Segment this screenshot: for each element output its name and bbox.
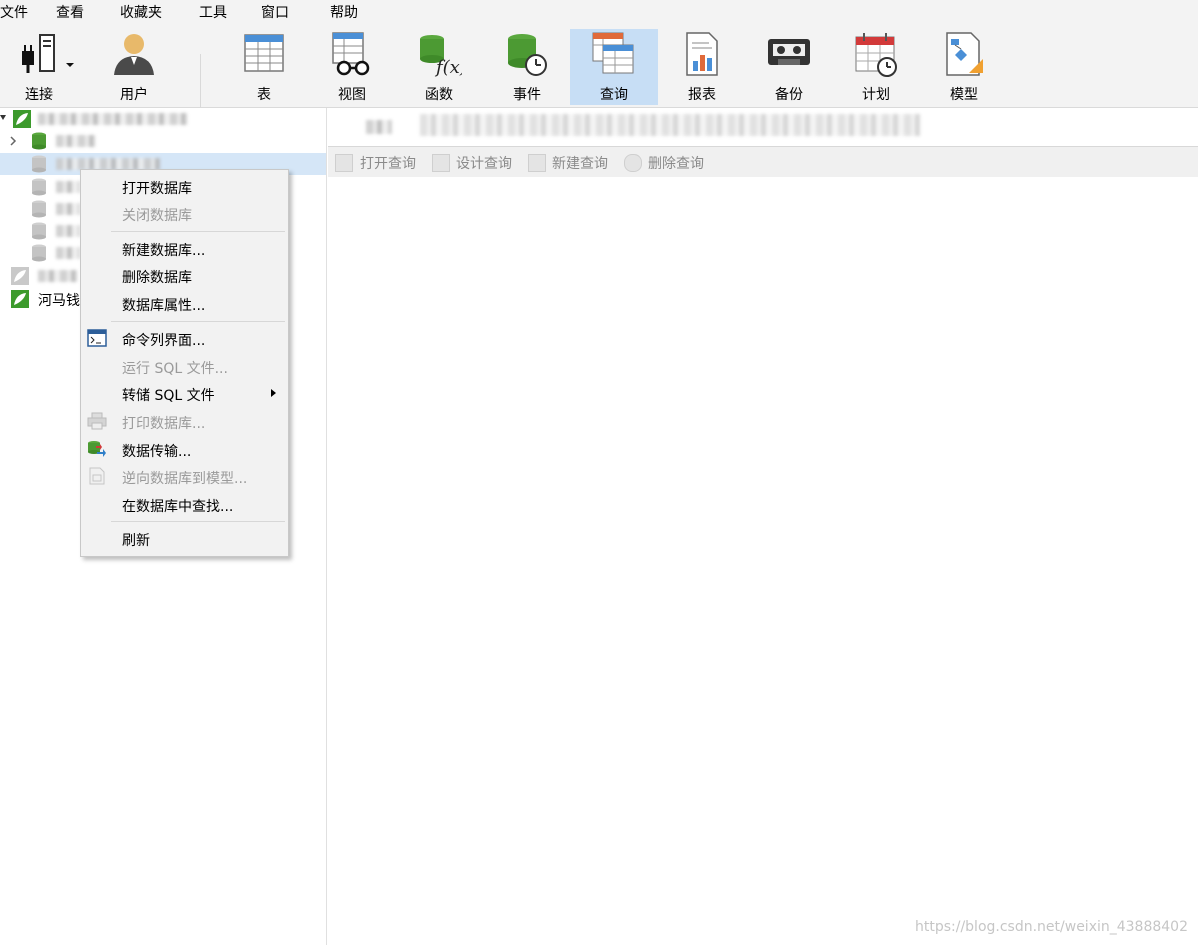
redacted-text — [56, 203, 80, 215]
menu-separator — [111, 231, 285, 232]
table-icon — [244, 34, 284, 72]
design-query-button[interactable]: 设计查询 — [456, 153, 512, 173]
query-button[interactable]: 查询 — [570, 29, 658, 105]
expand-arrow-icon[interactable] — [10, 136, 18, 146]
schedule-button[interactable]: 计划 — [842, 29, 910, 105]
report-icon — [686, 32, 718, 76]
database-context-menu: 打开数据库 关闭数据库 新建数据库... 删除数据库 数据库属性... 命令列界… — [80, 169, 289, 557]
model-label: 模型 — [950, 87, 978, 103]
object-tab-strip — [328, 108, 1198, 147]
backup-label: 备份 — [775, 87, 803, 103]
menu-tools[interactable]: 工具 — [199, 2, 227, 22]
connection-label: 河马钱 — [38, 293, 80, 309]
model-button[interactable]: 模型 — [930, 29, 998, 105]
connect-button[interactable]: 连接 — [8, 29, 86, 105]
menu-data-transfer[interactable]: 数据传输... — [81, 436, 288, 462]
view-label: 视图 — [338, 87, 366, 103]
menu-file[interactable]: 文件 — [0, 2, 28, 22]
event-button[interactable]: 事件 — [493, 29, 561, 105]
menu-refresh[interactable]: 刷新 — [81, 525, 288, 551]
view-glasses-icon — [332, 32, 370, 76]
menu-delete-database[interactable]: 删除数据库 — [81, 262, 288, 288]
submenu-arrow-icon — [271, 389, 276, 397]
menu-close-database[interactable]: 关闭数据库 — [81, 200, 288, 226]
backup-tape-icon — [768, 39, 810, 65]
redacted-text — [56, 181, 80, 193]
menu-open-database[interactable]: 打开数据库 — [81, 173, 288, 199]
backup-button[interactable]: 备份 — [755, 29, 823, 105]
collapse-arrow-icon[interactable] — [0, 115, 8, 123]
tree-connection-1[interactable] — [0, 108, 326, 130]
menu-view[interactable]: 查看 — [56, 2, 84, 22]
query-label: 查询 — [600, 87, 628, 103]
view-button[interactable]: 视图 — [318, 29, 386, 105]
new-query-icon — [528, 154, 546, 172]
menu-separator — [111, 321, 285, 322]
menu-bar: 文件 查看 收藏夹 工具 窗口 帮助 — [0, 0, 1198, 24]
menu-separator — [111, 521, 285, 522]
tree-db-1[interactable] — [0, 130, 326, 152]
menu-window[interactable]: 窗口 — [261, 2, 289, 22]
report-label: 报表 — [688, 87, 716, 103]
user-button[interactable]: 用户 — [100, 29, 168, 105]
menu-print-database[interactable]: 打印数据库... — [81, 408, 288, 434]
menu-console[interactable]: 命令列界面... — [81, 325, 288, 351]
function-button[interactable]: f(x) 函数 — [405, 29, 473, 105]
query-icon — [592, 32, 634, 74]
open-query-icon — [335, 154, 353, 172]
database-icon — [32, 222, 46, 240]
function-icon: f(x) — [420, 35, 462, 77]
menu-database-properties[interactable]: 数据库属性... — [81, 290, 288, 316]
redacted-text — [56, 247, 80, 259]
function-label: 函数 — [425, 87, 453, 103]
delete-query-button[interactable]: 删除查询 — [648, 153, 704, 173]
connection-leaf-icon — [11, 290, 29, 308]
console-icon — [87, 329, 107, 347]
database-icon — [32, 178, 46, 196]
main-toolbar: 连接 用户 表 视图 f(x 函数 事件 查询 报表 备份 计划 模型 — [0, 24, 1198, 126]
redacted-text — [56, 135, 96, 147]
redacted-text — [38, 270, 78, 282]
event-label: 事件 — [513, 87, 541, 103]
redacted-text — [366, 120, 392, 134]
menu-help[interactable]: 帮助 — [330, 2, 358, 22]
menu-favorites[interactable]: 收藏夹 — [120, 2, 162, 22]
menu-new-database[interactable]: 新建数据库... — [81, 235, 288, 261]
database-icon — [32, 155, 46, 173]
connection-leaf-icon — [11, 267, 29, 285]
svg-text:f(x): f(x) — [434, 57, 462, 77]
new-query-button[interactable]: 新建查询 — [552, 153, 608, 173]
database-icon — [32, 132, 46, 150]
menu-dump-sql-file[interactable]: 转储 SQL 文件 — [81, 380, 288, 406]
database-icon — [32, 244, 46, 262]
plug-server-icon — [22, 34, 74, 73]
query-subtoolbar: 打开查询 设计查询 新建查询 删除查询 — [328, 147, 1198, 177]
reverse-model-icon — [89, 467, 105, 485]
menu-run-sql-file[interactable]: 运行 SQL 文件... — [81, 353, 288, 379]
table-label: 表 — [257, 87, 271, 103]
schedule-label: 计划 — [862, 87, 890, 103]
printer-icon — [87, 412, 107, 430]
menu-reverse-to-model[interactable]: 逆向数据库到模型... — [81, 463, 288, 489]
connection-leaf-icon — [13, 110, 31, 128]
user-label: 用户 — [120, 87, 148, 103]
menu-find-in-database[interactable]: 在数据库中查找... — [81, 491, 288, 517]
user-icon — [114, 34, 154, 75]
calendar-icon — [855, 33, 897, 77]
open-query-button[interactable]: 打开查询 — [360, 153, 416, 173]
redacted-text — [56, 225, 80, 237]
model-icon — [946, 32, 983, 76]
table-button[interactable]: 表 — [230, 29, 298, 105]
data-transfer-icon — [88, 441, 106, 457]
watermark: https://blog.csdn.net/weixin_43888402 — [914, 919, 1188, 935]
event-clock-icon — [508, 34, 547, 76]
objects-tab[interactable] — [338, 108, 412, 146]
redacted-path — [420, 114, 920, 136]
connect-label: 连接 — [25, 87, 53, 103]
report-button[interactable]: 报表 — [668, 29, 736, 105]
database-icon — [32, 200, 46, 218]
design-query-icon — [432, 154, 450, 172]
redacted-text — [38, 113, 188, 125]
delete-query-icon — [624, 154, 642, 172]
